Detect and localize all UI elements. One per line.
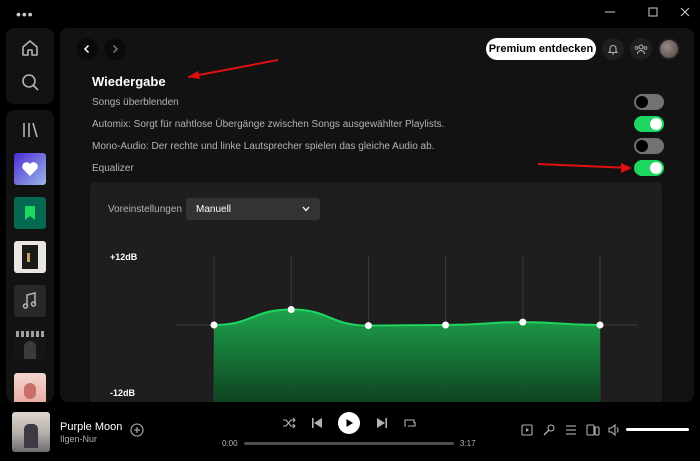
setting-label: Automix: Sorgt für nahtlose Übergänge zw… (92, 118, 445, 130)
track-artist[interactable]: Ilgen-Nur (60, 434, 97, 444)
album-art-detail (27, 253, 30, 262)
toggle-knob (636, 96, 648, 108)
mute-button[interactable] (607, 423, 621, 437)
queue-icon (566, 425, 576, 435)
setting-label: Songs überblenden (92, 96, 179, 108)
sidebar-item-playlist-2[interactable] (14, 285, 46, 317)
volume-icon (608, 423, 619, 437)
setting-label: Equalizer (92, 162, 134, 174)
notifications-button[interactable] (602, 38, 624, 60)
bell-icon (607, 45, 619, 55)
play-icon (346, 419, 353, 427)
now-playing-view-button[interactable] (520, 423, 534, 437)
sidebar-item-playlist-4[interactable] (14, 373, 46, 402)
shuffle-button[interactable] (282, 416, 296, 430)
mono-audio-toggle[interactable] (634, 138, 664, 154)
forward-button[interactable] (104, 38, 126, 60)
chevron-left-icon (83, 44, 90, 54)
music-note-icon (22, 292, 37, 309)
setting-label: Mono-Audio: Der rechte und linke Lautspr… (92, 140, 435, 152)
chevron-right-icon (112, 44, 119, 54)
more-dots-icon[interactable]: ••• (16, 6, 34, 22)
search-icon[interactable] (20, 72, 40, 92)
close-icon[interactable] (670, 4, 700, 20)
equalizer-toggle[interactable] (634, 160, 664, 176)
next-button[interactable] (375, 416, 389, 430)
minimize-icon[interactable] (595, 4, 625, 20)
repeat-button[interactable] (403, 416, 417, 430)
lyrics-button[interactable] (542, 423, 556, 437)
sidebar-library (6, 110, 54, 402)
shuffle-icon (283, 417, 296, 429)
friend-activity-button[interactable] (630, 38, 652, 60)
sidebar-item-your-episodes[interactable] (14, 197, 46, 229)
setting-row-equalizer: Equalizer (92, 158, 664, 178)
connect-device-button[interactable] (586, 423, 600, 437)
back-button[interactable] (76, 38, 98, 60)
eq-band-handle-6[interactable] (596, 321, 604, 329)
heart-icon (22, 162, 38, 176)
add-to-library-button[interactable] (130, 423, 144, 437)
track-title[interactable]: Purple Moon (60, 421, 122, 433)
now-playing-cover[interactable] (12, 412, 50, 452)
title-bar: ••• (0, 0, 700, 24)
friends-icon (634, 44, 648, 55)
setting-row-mono-audio: Mono-Audio: Der rechte und linke Lautspr… (92, 136, 664, 156)
bookmark-icon (25, 206, 35, 220)
play-button[interactable] (338, 412, 360, 434)
plus-circle-icon (130, 423, 144, 437)
album-art-figure (24, 341, 36, 359)
queue-button[interactable] (564, 423, 578, 437)
eq-band-handle-4[interactable] (442, 321, 450, 329)
setting-row-automix: Automix: Sorgt für nahtlose Übergänge zw… (92, 114, 664, 134)
avatar[interactable] (658, 38, 680, 60)
equalizer-graph (176, 256, 638, 402)
sidebar-item-playlist-1[interactable] (14, 241, 46, 273)
premium-button[interactable]: Premium entdecken (486, 38, 596, 60)
sidebar-item-liked-songs[interactable] (14, 153, 46, 185)
setting-row-crossfade: Songs überblenden (92, 92, 664, 112)
eq-band-handle-1[interactable] (210, 321, 218, 329)
eq-band-handle-5[interactable] (519, 318, 527, 326)
microphone-icon (543, 424, 555, 436)
maximize-icon[interactable] (638, 4, 668, 20)
home-icon[interactable] (20, 38, 40, 58)
next-icon (377, 418, 387, 428)
album-art (22, 245, 38, 269)
volume-slider[interactable] (626, 428, 689, 431)
album-art-text (16, 331, 44, 337)
crossfade-toggle[interactable] (634, 94, 664, 110)
equalizer-panel: Voreinstellungen Manuell +12dB -12dB (90, 182, 662, 402)
album-art-figure (24, 383, 36, 399)
progress-bar[interactable] (244, 442, 454, 445)
cover-figure (24, 424, 38, 448)
eq-band-handle-3[interactable] (364, 322, 372, 330)
sidebar-item-playlist-3[interactable] (14, 329, 46, 361)
library-icon[interactable] (20, 120, 40, 140)
automix-toggle[interactable] (634, 116, 664, 132)
toggle-knob (650, 118, 662, 130)
main-panel: Premium entdecken Wiedergabe Songs überb… (60, 28, 694, 402)
repeat-icon (404, 419, 416, 427)
devices-icon (586, 424, 600, 436)
toggle-knob (636, 140, 648, 152)
eq-band-handle-2[interactable] (287, 305, 295, 313)
current-time: 0:00 (222, 439, 238, 448)
now-playing-icon (521, 424, 533, 436)
previous-icon (312, 418, 322, 428)
toggle-knob (650, 162, 662, 174)
total-time: 3:17 (460, 439, 476, 448)
sidebar-nav (6, 28, 54, 104)
previous-button[interactable] (310, 416, 324, 430)
section-title-playback: Wiedergabe (92, 74, 166, 89)
player-bar: Purple Moon Ilgen-Nur 0:00 3:17 (0, 404, 700, 461)
